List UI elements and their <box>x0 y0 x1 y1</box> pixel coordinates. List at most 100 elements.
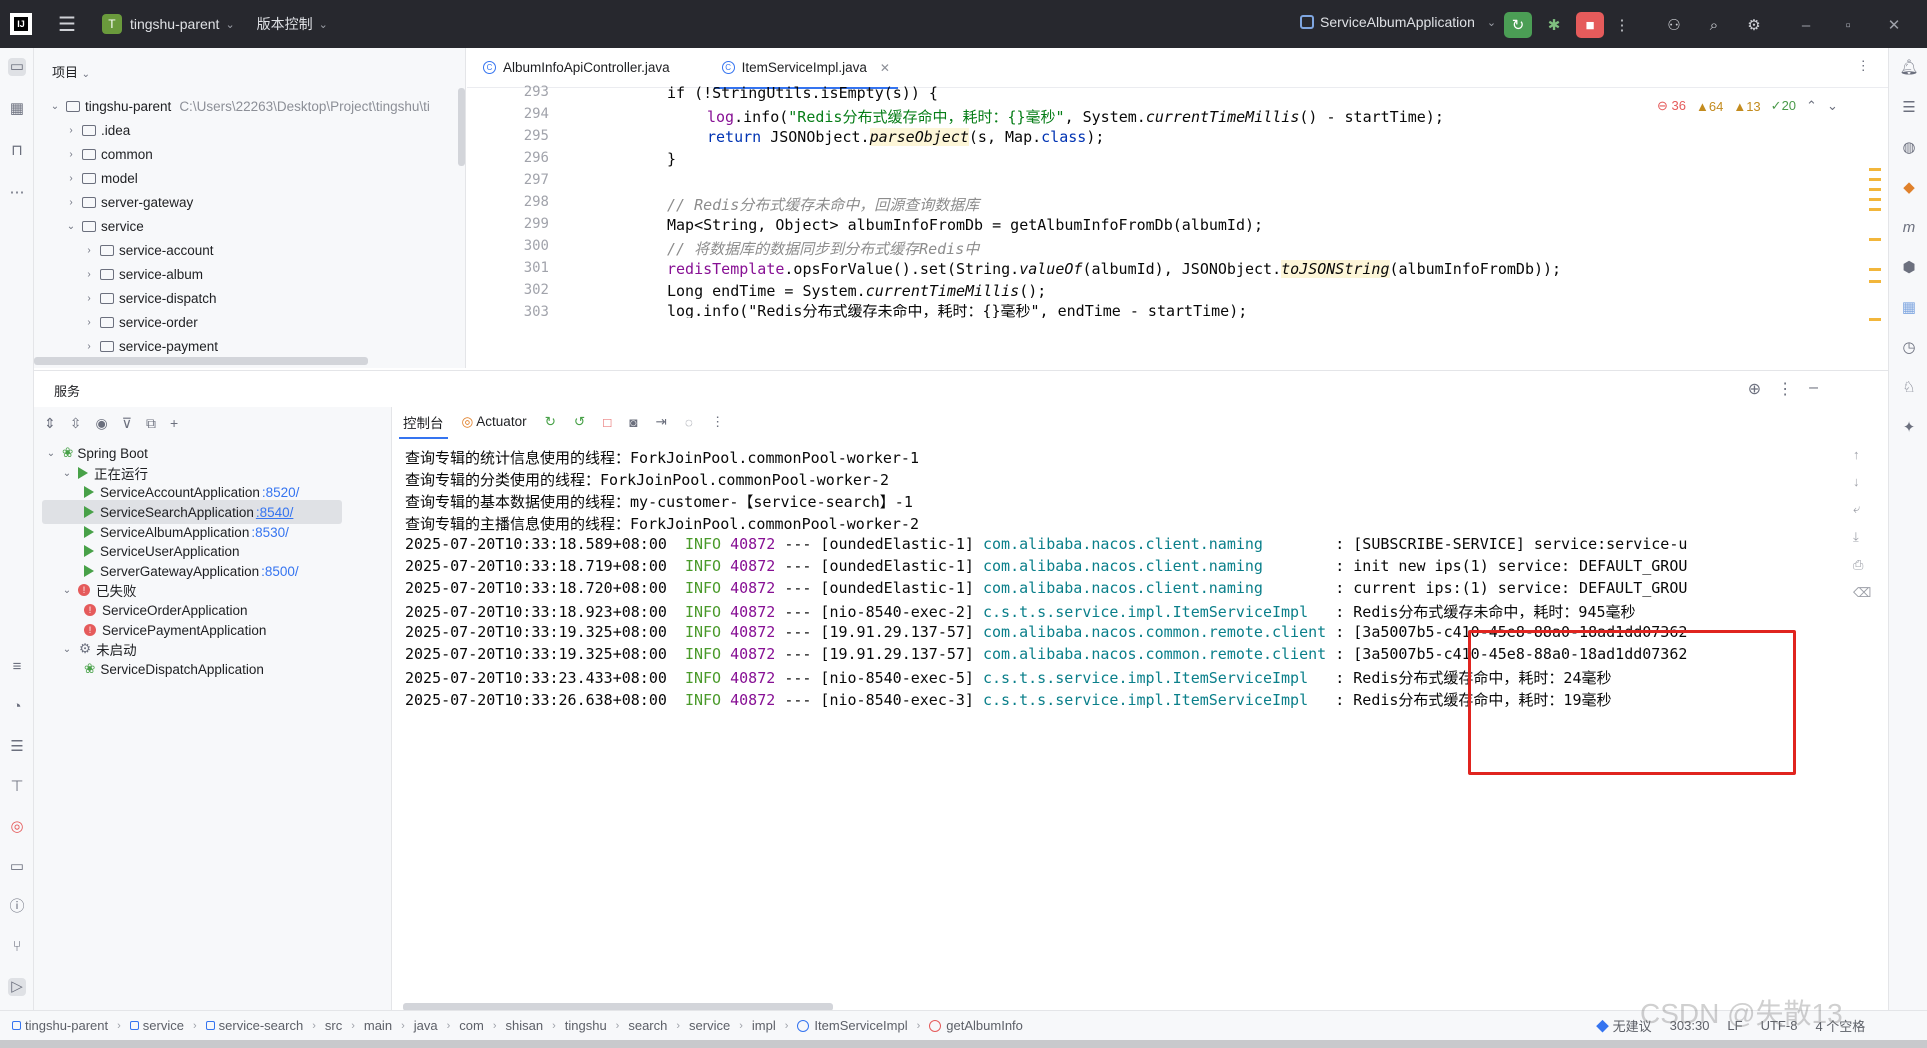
more-tools-icon[interactable]: ⋯ <box>8 184 26 202</box>
breadcrumb-item[interactable]: java <box>414 1018 438 1033</box>
tree-item[interactable]: › service-account <box>82 238 213 262</box>
run-configuration-selector[interactable]: ServiceAlbumApplication ⌄ <box>1300 14 1496 30</box>
chevron-down-icon[interactable]: ⌄ <box>60 644 74 655</box>
tab-options-icon[interactable]: ⋮ <box>1857 58 1871 74</box>
profiler-icon[interactable]: ◎ <box>8 818 26 836</box>
breadcrumb-item[interactable]: getAlbumInfo <box>946 1018 1023 1033</box>
problems-icon[interactable]: ⓘ <box>8 898 26 916</box>
collapse-all-icon[interactable]: ⇳ <box>70 415 82 432</box>
breadcrumb-item[interactable]: service <box>143 1018 184 1033</box>
notifications-icon[interactable]: 🔔︎ <box>1899 58 1919 78</box>
tab-console[interactable]: 控制台 <box>399 412 447 439</box>
ide-logo[interactable]: IJ <box>10 13 32 35</box>
add-user-icon[interactable]: ⚇ <box>1660 12 1688 38</box>
tree-item[interactable]: › common <box>64 142 152 166</box>
chevron-right-icon[interactable]: › <box>82 341 96 352</box>
ai-assistant-icon[interactable]: ✦ <box>1899 418 1919 438</box>
tab-item-service-impl[interactable]: C ItemServiceImpl.java ✕ <box>706 48 906 89</box>
chevron-right-icon[interactable]: › <box>64 149 78 160</box>
chevron-up-icon[interactable]: ⌃ <box>1806 98 1817 114</box>
scroll-down-icon[interactable]: ↓ <box>1853 474 1871 489</box>
maven-icon[interactable]: m <box>1899 218 1919 238</box>
stop-icon[interactable]: ■ <box>1576 12 1604 38</box>
more-icon[interactable]: ⋮ <box>1608 12 1636 38</box>
tab-album-info-api-controller[interactable]: C AlbumInfoApiController.java <box>467 48 686 88</box>
chevron-down-icon[interactable]: ⌄ <box>1827 98 1838 114</box>
project-badge[interactable]: T <box>101 14 122 34</box>
eye-icon[interactable]: ◉ <box>95 415 107 432</box>
list-icon[interactable]: ≡ <box>8 658 26 676</box>
chevron-down-icon[interactable]: ⌄ <box>64 221 78 232</box>
scroll-to-end-icon[interactable]: ⤓ <box>1853 529 1871 545</box>
rerun-icon[interactable]: ↻ <box>545 414 556 430</box>
structure-icon[interactable]: ▦ <box>8 100 26 118</box>
new-tab-icon[interactable]: ⧉ <box>146 415 156 432</box>
project-folder-icon[interactable]: ▭ <box>8 58 26 76</box>
breadcrumb-item[interactable]: src <box>325 1018 342 1033</box>
chevron-down-icon[interactable]: ⌄ <box>319 18 328 31</box>
terminal-icon[interactable]: ▭ <box>8 858 26 876</box>
breadcrumb-item[interactable]: impl <box>752 1018 776 1033</box>
chevron-down-icon[interactable]: ⌄ <box>60 468 74 479</box>
export-icon[interactable]: ⇥ <box>656 414 667 430</box>
hide-icon[interactable]: – <box>1809 379 1818 399</box>
warning-mark[interactable] <box>1869 188 1881 191</box>
warning-mark[interactable] <box>1869 208 1881 211</box>
service-item[interactable]: ❀ ServiceDispatchApplication <box>80 657 264 681</box>
bookmark-icon[interactable]: ⊓ <box>8 142 26 160</box>
breadcrumb-item[interactable]: shisan <box>506 1018 544 1033</box>
gradle-icon[interactable]: ♘ <box>1899 378 1919 398</box>
soft-wrap-icon[interactable]: ⤶ <box>1853 501 1871 517</box>
chevron-right-icon[interactable]: › <box>82 293 96 304</box>
tree-item[interactable]: ⌄ service <box>64 214 144 238</box>
tree-item[interactable]: › model <box>64 166 137 190</box>
build-icon[interactable]: ⊤ <box>8 778 26 796</box>
horizontal-scrollbar[interactable] <box>34 357 368 365</box>
project-panel-title[interactable]: 项目 ⌄ <box>52 62 90 81</box>
close-icon[interactable]: ✕ <box>1880 12 1908 38</box>
target-icon[interactable]: ⊕ <box>1748 379 1761 399</box>
chevron-right-icon[interactable]: › <box>64 173 78 184</box>
breadcrumb-item[interactable]: search <box>628 1018 667 1033</box>
restart-icon[interactable]: ↺ <box>574 414 585 430</box>
chevron-right-icon[interactable]: › <box>64 125 78 136</box>
minimize-icon[interactable]: – <box>1792 12 1820 38</box>
search-icon[interactable]: ⌕ <box>1700 12 1728 38</box>
service-port-link[interactable]: :8540/ <box>256 505 294 520</box>
chevron-down-icon[interactable]: ⌄ <box>225 18 234 31</box>
breadcrumb-item[interactable]: com <box>459 1018 484 1033</box>
breadcrumb-item[interactable]: tingshu <box>565 1018 607 1033</box>
chevron-right-icon[interactable]: › <box>82 269 96 280</box>
warning-mark[interactable] <box>1869 198 1881 201</box>
tree-item[interactable]: › server-gateway <box>64 190 193 214</box>
main-menu-icon[interactable]: ☰ <box>58 12 76 37</box>
breadcrumb-item[interactable]: service <box>689 1018 730 1033</box>
dashboard-icon[interactable]: ◔ <box>8 698 26 716</box>
tab-actuator[interactable]: ◎ Actuator <box>462 414 527 430</box>
warning-mark[interactable] <box>1869 178 1881 181</box>
grid-icon[interactable]: ▦ <box>1899 298 1919 318</box>
close-tab-icon[interactable]: ✕ <box>880 61 890 75</box>
tree-item[interactable]: › service-album <box>82 262 203 286</box>
plugin-icon[interactable]: ◆ <box>1899 178 1919 198</box>
inspection-widget[interactable]: ⊖ 36 ▲64 ▲13 ✓20 ⌃ ⌄ <box>1657 98 1838 114</box>
breadcrumb-item[interactable]: ItemServiceImpl <box>814 1018 907 1033</box>
expand-all-icon[interactable]: ⇕ <box>44 415 56 432</box>
globe-icon[interactable]: ◍ <box>1899 138 1919 158</box>
chevron-down-icon[interactable]: ⌄ <box>60 585 74 596</box>
tree-item[interactable]: › service-dispatch <box>82 286 216 310</box>
add-service-icon[interactable]: + <box>170 415 178 432</box>
print-icon[interactable]: ⎙ <box>1853 557 1871 573</box>
more-icon[interactable]: ⋮ <box>1777 379 1793 399</box>
service-port-link[interactable]: :8530/ <box>251 525 289 540</box>
chevron-right-icon[interactable]: › <box>64 197 78 208</box>
breadcrumb-item[interactable]: tingshu-parent <box>25 1018 108 1033</box>
history-icon[interactable]: ◷ <box>1899 338 1919 358</box>
debug-icon[interactable]: ✱ <box>1540 12 1568 38</box>
service-port-link[interactable]: :8500/ <box>261 564 299 579</box>
service-port-link[interactable]: :8520/ <box>262 485 300 500</box>
screenshot-icon[interactable]: ◙ <box>629 415 637 430</box>
breadcrumb-item[interactable]: main <box>364 1018 392 1033</box>
tree-item[interactable]: › .idea <box>64 118 130 142</box>
hexagon-icon[interactable]: ⬢ <box>1899 258 1919 278</box>
